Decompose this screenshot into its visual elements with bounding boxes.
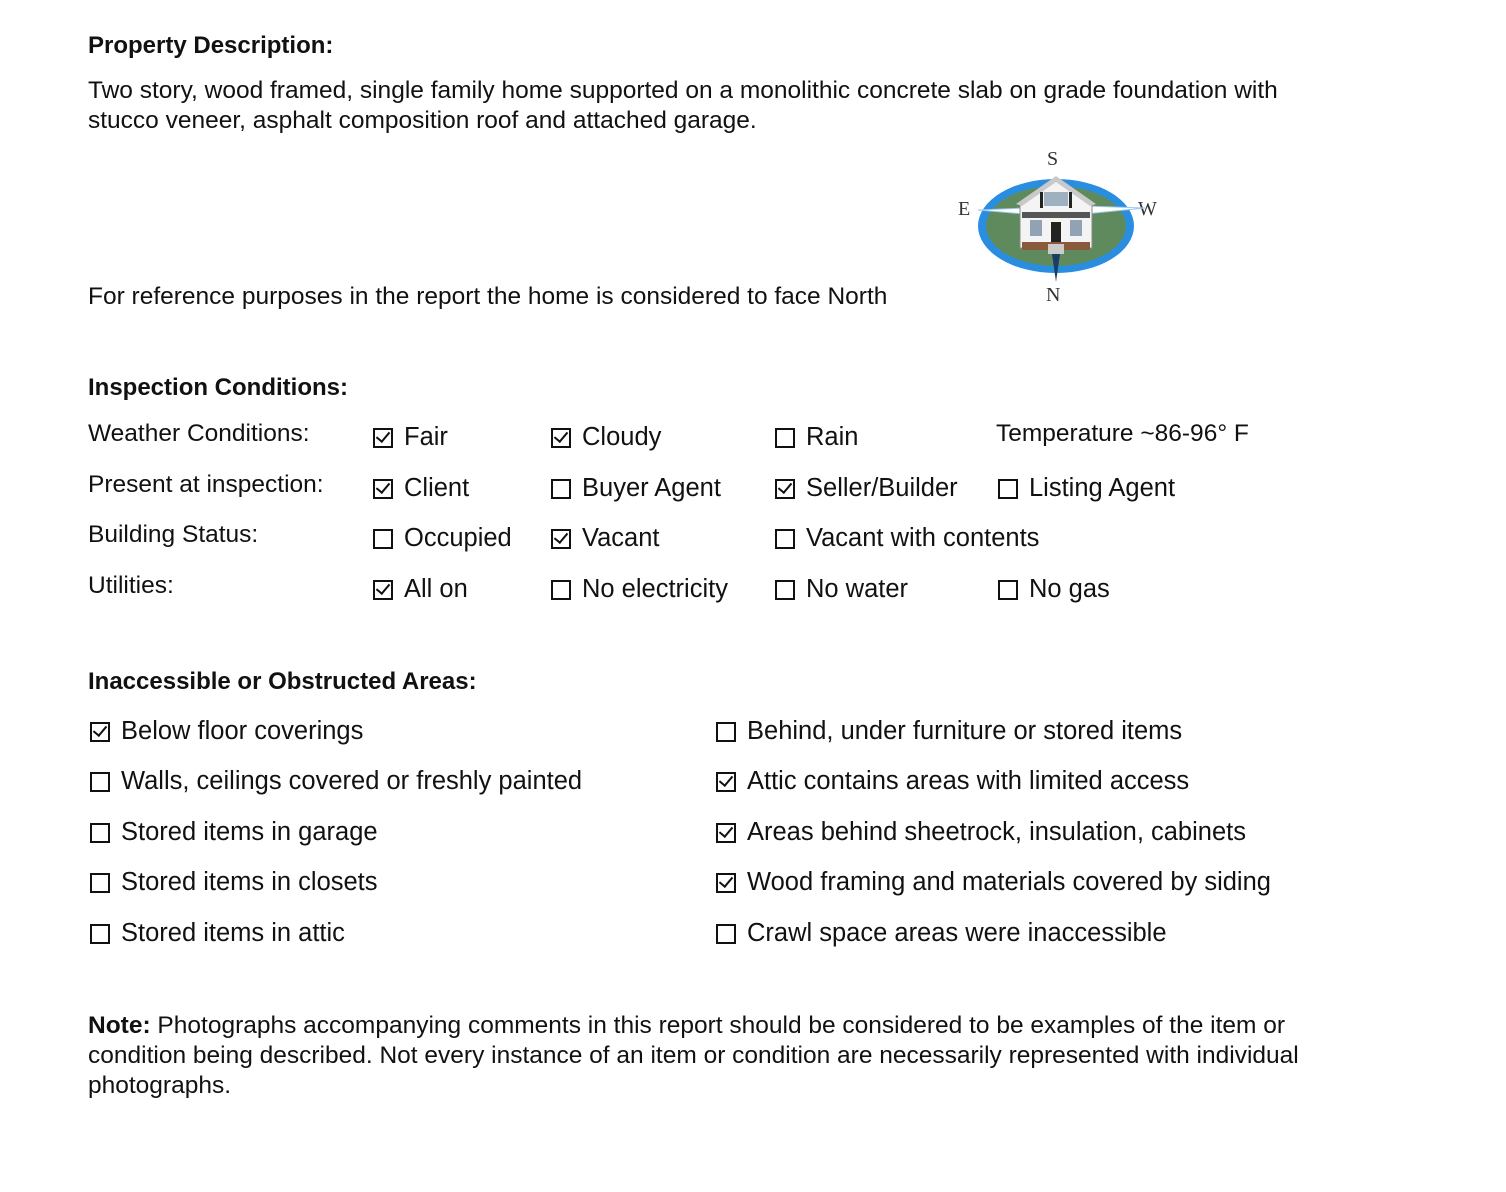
- inaccessible-checkbox[interactable]: [90, 771, 110, 792]
- note-label: Note:: [88, 1012, 151, 1039]
- building-status-label: Building Status:: [88, 521, 259, 548]
- property-description-line-2: stucco veneer, asphalt composition roof …: [88, 107, 757, 134]
- inaccessible-checkbox[interactable]: [716, 822, 736, 843]
- note-line-3: photographs.: [88, 1072, 232, 1099]
- inaccessible-checkbox[interactable]: [90, 923, 110, 944]
- temperature-text: Temperature ~86-96° F: [996, 420, 1249, 447]
- present-seller-builder-label: Seller/Builder: [806, 474, 958, 502]
- inaccessible-left-item[interactable]: Walls, ceilings covered or freshly paint…: [90, 767, 582, 796]
- present-client-option[interactable]: Client: [373, 474, 469, 503]
- inaccessible-left-item[interactable]: Stored items in garage: [90, 818, 378, 847]
- inaccessible-left-item[interactable]: Stored items in attic: [90, 919, 345, 948]
- utilities-no-gas-checkbox[interactable]: [998, 579, 1018, 600]
- weather-fair-label: Fair: [404, 423, 448, 451]
- inaccessible-checkbox[interactable]: [716, 771, 736, 792]
- inaccessible-item-label: Crawl space areas were inaccessible: [747, 919, 1167, 947]
- utilities-no-water-label: No water: [806, 575, 909, 603]
- utilities-no-gas-label: No gas: [1029, 575, 1110, 603]
- orientation-note: For reference purposes in the report the…: [88, 283, 888, 310]
- inaccessible-checkbox[interactable]: [716, 721, 736, 742]
- weather-rain-label: Rain: [806, 423, 859, 451]
- present-seller-builder-checkbox[interactable]: [775, 478, 795, 499]
- status-occupied-label: Occupied: [404, 524, 512, 552]
- photographs-note: Note: Photographs accompanying comments …: [88, 1011, 1299, 1101]
- inaccessible-right-item[interactable]: Attic contains areas with limited access: [716, 767, 1189, 796]
- inaccessible-checkbox[interactable]: [90, 822, 110, 843]
- utilities-all-on-label: All on: [404, 575, 468, 603]
- present-at-inspection-label: Present at inspection:: [88, 471, 324, 498]
- inaccessible-left-item[interactable]: Stored items in closets: [90, 868, 378, 897]
- inaccessible-item-label: Walls, ceilings covered or freshly paint…: [121, 767, 583, 795]
- inaccessible-right-item[interactable]: Behind, under furniture or stored items: [716, 717, 1182, 746]
- weather-cloudy-checkbox[interactable]: [551, 427, 571, 448]
- utilities-no-electricity-label: No electricity: [582, 575, 728, 603]
- inaccessible-item-label: Attic contains areas with limited access: [747, 767, 1190, 795]
- inaccessible-checkbox[interactable]: [90, 721, 110, 742]
- inaccessible-item-label: Areas behind sheetrock, insulation, cabi…: [747, 818, 1246, 846]
- present-listing-agent-checkbox[interactable]: [998, 478, 1018, 499]
- present-client-checkbox[interactable]: [373, 478, 393, 499]
- utilities-no-water-option[interactable]: No water: [775, 575, 908, 604]
- utilities-no-electricity-checkbox[interactable]: [551, 579, 571, 600]
- status-occupied-checkbox[interactable]: [373, 528, 393, 549]
- utilities-label: Utilities:: [88, 572, 174, 599]
- inaccessible-item-label: Wood framing and materials covered by si…: [747, 868, 1271, 896]
- status-vacant-with-contents-option[interactable]: Vacant with contents: [775, 524, 1039, 553]
- inaccessible-areas-heading: Inaccessible or Obstructed Areas:: [88, 668, 477, 695]
- inaccessible-right-item[interactable]: Areas behind sheetrock, insulation, cabi…: [716, 818, 1246, 847]
- present-listing-agent-label: Listing Agent: [1029, 474, 1176, 502]
- status-vacant-with-contents-label: Vacant with contents: [806, 524, 1040, 552]
- weather-fair-checkbox[interactable]: [373, 427, 393, 448]
- inaccessible-right-item[interactable]: Wood framing and materials covered by si…: [716, 868, 1271, 897]
- utilities-all-on-option[interactable]: All on: [373, 575, 468, 604]
- utilities-no-water-checkbox[interactable]: [775, 579, 795, 600]
- status-vacant-with-contents-checkbox[interactable]: [775, 528, 795, 549]
- status-occupied-option[interactable]: Occupied: [373, 524, 512, 553]
- present-listing-agent-option[interactable]: Listing Agent: [998, 474, 1175, 503]
- inaccessible-item-label: Stored items in garage: [121, 818, 378, 846]
- inaccessible-right-item[interactable]: Crawl space areas were inaccessible: [716, 919, 1167, 948]
- inaccessible-checkbox[interactable]: [716, 872, 736, 893]
- weather-cloudy-option[interactable]: Cloudy: [551, 423, 661, 452]
- status-vacant-checkbox[interactable]: [551, 528, 571, 549]
- compass-south-label: S: [1047, 148, 1059, 170]
- weather-cloudy-label: Cloudy: [582, 423, 662, 451]
- inaccessible-item-label: Stored items in closets: [121, 868, 378, 896]
- inaccessible-checkbox[interactable]: [90, 872, 110, 893]
- present-buyer-agent-checkbox[interactable]: [551, 478, 571, 499]
- inaccessible-item-label: Below floor coverings: [121, 717, 364, 745]
- present-buyer-agent-label: Buyer Agent: [582, 474, 721, 502]
- property-description-heading: Property Description:: [88, 32, 334, 59]
- inaccessible-item-label: Behind, under furniture or stored items: [747, 717, 1183, 745]
- weather-rain-checkbox[interactable]: [775, 427, 795, 448]
- weather-rain-option[interactable]: Rain: [775, 423, 858, 452]
- present-client-label: Client: [404, 474, 470, 502]
- weather-conditions-label: Weather Conditions:: [88, 420, 310, 447]
- utilities-all-on-checkbox[interactable]: [373, 579, 393, 600]
- house-compass-icon: [977, 176, 1146, 282]
- utilities-no-electricity-option[interactable]: No electricity: [551, 575, 728, 604]
- status-vacant-label: Vacant: [582, 524, 660, 552]
- utilities-no-gas-option[interactable]: No gas: [998, 575, 1110, 604]
- present-buyer-agent-option[interactable]: Buyer Agent: [551, 474, 721, 503]
- weather-fair-option[interactable]: Fair: [373, 423, 448, 452]
- inaccessible-item-label: Stored items in attic: [121, 919, 345, 947]
- inaccessible-checkbox[interactable]: [716, 923, 736, 944]
- note-line-1: Photographs accompanying comments in thi…: [150, 1012, 1286, 1039]
- inspection-conditions-heading: Inspection Conditions:: [88, 374, 348, 401]
- compass-east-label: E: [958, 198, 971, 220]
- property-description-line-1: Two story, wood framed, single family ho…: [88, 77, 1278, 104]
- inaccessible-left-item[interactable]: Below floor coverings: [90, 717, 363, 746]
- property-description-text: Two story, wood framed, single family ho…: [88, 76, 1278, 136]
- note-line-2: condition being described. Not every ins…: [88, 1042, 1299, 1069]
- house-compass-graphic: S E W N: [950, 148, 1165, 313]
- status-vacant-option[interactable]: Vacant: [551, 524, 660, 553]
- present-seller-builder-option[interactable]: Seller/Builder: [775, 474, 958, 503]
